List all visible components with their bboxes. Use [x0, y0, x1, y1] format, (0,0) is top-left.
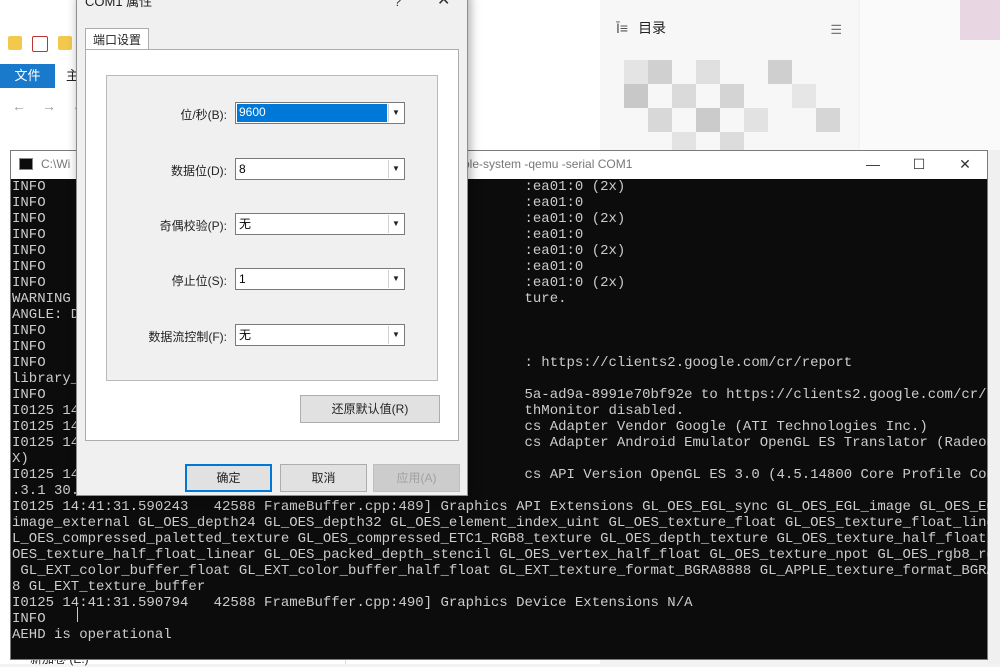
data-bits-select[interactable]: 8 ▼ — [235, 158, 405, 180]
stop-bits-label: 停止位(S): — [171, 274, 227, 288]
thumbnail — [960, 0, 1000, 40]
list-icon[interactable]: ☰ — [830, 22, 842, 38]
com1-properties-dialog: COM1 属性 ? ✕ 端口设置 位/秒(B): 9600 ▼ 数据位(D): … — [76, 0, 468, 496]
console-title-command: table-system -qemu -serial COM1 — [453, 157, 633, 171]
console-line: image_external GL_OES_depth24 GL_OES_dep… — [12, 515, 988, 531]
close-icon[interactable]: ✕ — [437, 0, 450, 10]
dialog-title: COM1 属性 — [85, 0, 153, 9]
console-line: I0125 14:41:31.590794 42588 FrameBuffer.… — [12, 595, 693, 611]
toc-icon[interactable]: Ī≡ — [616, 20, 628, 36]
parity-label: 奇偶校验(P): — [159, 219, 227, 233]
chevron-down-icon[interactable]: ▼ — [388, 326, 403, 344]
port-settings-panel: 位/秒(B): 9600 ▼ 数据位(D): 8 ▼ 奇偶校验(P): 无 ▼ … — [85, 49, 459, 441]
console-line: INFO — [12, 611, 46, 627]
parity-value: 无 — [239, 217, 252, 231]
console-title: C:\Wi — [41, 157, 71, 171]
explorer-nav-buttons: ← → ⌄ — [12, 98, 84, 115]
restore-defaults-button[interactable]: 还原默认值(R) — [300, 395, 440, 423]
stop-bits-select[interactable]: 1 ▼ — [235, 268, 405, 290]
data-bits-label: 数据位(D): — [171, 164, 227, 178]
tab-port-settings[interactable]: 端口设置 — [85, 28, 149, 51]
maximize-icon[interactable]: ☐ — [897, 153, 941, 175]
flow-control-label: 数据流控制(F): — [148, 330, 227, 344]
quick-access-toolbar — [8, 36, 72, 52]
new-folder-icon[interactable] — [58, 36, 72, 50]
text-cursor — [77, 607, 78, 622]
help-icon[interactable]: ? — [394, 0, 401, 11]
cancel-button[interactable]: 取消 — [280, 464, 367, 492]
data-bits-value: 8 — [239, 162, 246, 176]
ok-button[interactable]: 确定 — [185, 464, 272, 492]
console-line: 8 GL_EXT_texture_buffer — [12, 579, 206, 595]
parity-select[interactable]: 无 ▼ — [235, 213, 405, 235]
right-edge — [988, 150, 1000, 664]
console-line: OES_texture_half_float_linear GL_OES_pac… — [12, 547, 988, 563]
console-line: AEHD is operational — [12, 627, 172, 643]
console-icon — [19, 158, 33, 170]
chevron-down-icon[interactable]: ▼ — [388, 215, 403, 233]
baud-rate-select[interactable]: 9600 ▼ — [235, 102, 405, 124]
console-line: I0125 14:41:31.590243 42588 FrameBuffer.… — [12, 499, 988, 515]
ribbon-file-tab[interactable]: 文件 — [0, 64, 55, 88]
folder-icon[interactable] — [8, 36, 22, 50]
close-icon[interactable]: ✕ — [943, 153, 987, 175]
chevron-down-icon[interactable]: ▼ — [388, 160, 403, 178]
stop-bits-value: 1 — [239, 272, 246, 286]
baud-rate-label: 位/秒(B): — [180, 108, 227, 122]
back-arrow-icon[interactable]: ← — [12, 98, 26, 115]
flow-control-select[interactable]: 无 ▼ — [235, 324, 405, 346]
apply-button[interactable]: 应用(A) — [373, 464, 460, 492]
baud-rate-value: 9600 — [239, 105, 266, 119]
console-line: GL_EXT_color_buffer_float GL_EXT_color_b… — [12, 563, 988, 579]
console-line: L_OES_compressed_paletted_texture GL_OES… — [12, 531, 988, 547]
chevron-down-icon[interactable]: ▼ — [388, 270, 403, 288]
forward-arrow-icon[interactable]: → — [42, 98, 56, 115]
right-panel — [860, 0, 1000, 150]
flow-control-value: 无 — [239, 328, 252, 342]
chevron-down-icon[interactable]: ▼ — [388, 104, 403, 122]
toc-label: 目录 — [638, 20, 667, 36]
minimize-icon[interactable]: — — [851, 153, 895, 175]
properties-icon[interactable] — [32, 36, 48, 52]
toc-header: Ī≡ 目录 — [616, 18, 666, 38]
settings-group: 位/秒(B): 9600 ▼ 数据位(D): 8 ▼ 奇偶校验(P): 无 ▼ … — [106, 75, 438, 381]
